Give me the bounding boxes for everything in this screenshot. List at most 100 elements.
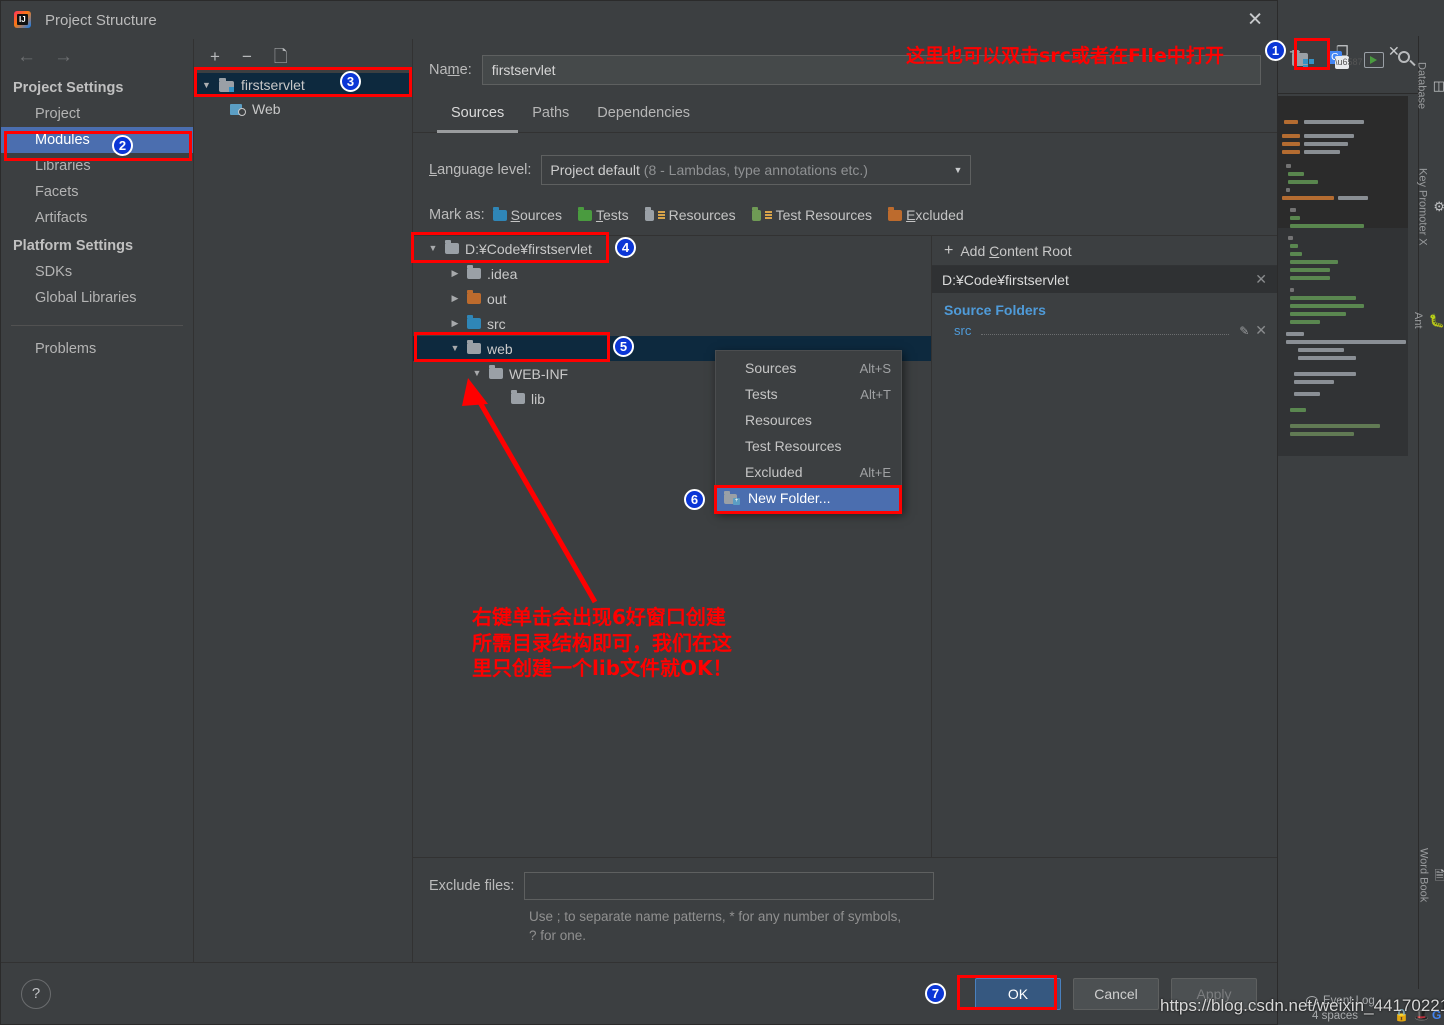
exclude-files-label: Exclude files: [429,877,515,894]
chevron-right-icon[interactable]: ▶ [449,269,461,278]
context-menu-item-excluded[interactable]: Excluded Alt+E [716,459,901,485]
context-item-label: Tests [745,386,778,402]
mark-as-test-resources-button[interactable]: Test Resources [751,206,873,223]
remove-content-root-icon[interactable]: ✕ [1255,271,1267,288]
rail-item-ant[interactable]: 🐛 Ant [1412,308,1444,329]
mark-as-test-resources-label: Test Resources [775,207,873,223]
content-root-row[interactable]: D:¥Code¥firstservlet ✕ [932,266,1277,293]
run-icon[interactable] [1364,52,1384,68]
project-structure-icon[interactable] [1292,50,1314,70]
annotation-note-bottom-line-3: 里只创建一个lib文件就OK！ [472,656,733,681]
context-menu-item-test-resources[interactable]: Test Resources [716,433,901,459]
language-level-hint: (8 - Lambdas, type annotations etc.) [643,162,868,178]
tree-label: D:¥Code¥firstservlet [465,240,592,257]
context-item-label: Resources [745,412,812,428]
chevron-right-icon[interactable]: ▶ [449,319,461,328]
context-menu-item-new-folder[interactable]: + New Folder... [716,485,901,511]
context-menu-item-tests[interactable]: Tests Alt+T [716,381,901,407]
copy-module-icon[interactable]: 🗋 [274,48,288,65]
exclude-files-hint: Use ; to separate name patterns, * for a… [529,907,1261,946]
tree-row-src[interactable]: ▶ src [413,311,931,336]
dialog-title-bar: IJ Project Structure ✕ [1,1,1277,39]
database-icon: ◫ [1432,78,1444,94]
context-menu-item-resources[interactable]: Resources [716,407,901,433]
tab-dependencies[interactable]: Dependencies [583,101,704,133]
tab-paths[interactable]: Paths [518,101,583,133]
forward-icon[interactable]: → [54,47,73,66]
sidebar-item-sdks[interactable]: SDKs [1,259,193,285]
leader-dots [981,326,1230,335]
folder-icon [467,315,481,329]
mark-as-sources-button[interactable]: Sources [492,206,562,223]
help-button[interactable]: ? [21,978,51,1009]
annotation-badge-5: 5 [613,336,634,357]
sidebar-item-facets[interactable]: Facets [1,179,193,205]
web-facet-icon [230,103,246,116]
test-resources-lines-icon [764,210,772,220]
folder-icon [467,340,481,354]
sources-folder-icon [492,206,507,221]
edit-icon[interactable]: ✎ [1239,324,1249,338]
mark-as-sources-label: ources [519,207,562,223]
source-folder-row[interactable]: src ✎ ✕ [932,320,1277,341]
rail-item-key-promoter-x[interactable]: ⚙ Key Promoter X [1416,164,1444,246]
sidebar-item-problems[interactable]: Problems [1,336,193,362]
sidebar-item-modules[interactable]: Modules [1,127,193,153]
mark-as-excluded-button[interactable]: Excluded [888,206,964,223]
tests-folder-icon [577,206,592,221]
add-module-button[interactable]: + [210,48,220,65]
chevron-right-icon[interactable]: ▶ [449,294,461,303]
search-icon[interactable] [1398,51,1416,69]
rail-label-key-promoter-x: Key Promoter X [1416,168,1429,246]
context-item-label: New Folder... [748,490,831,506]
rail-item-word-book[interactable]: 🗎 Word Book [1418,844,1444,902]
rail-label-database: Database [1415,62,1428,110]
mark-as-tests-button[interactable]: Tests [577,206,629,223]
project-structure-dialog: IJ Project Structure ✕ ← → Project Setti… [0,0,1278,1025]
module-item-web[interactable]: Web [194,97,412,121]
tree-row-content-root[interactable]: ▼ D:¥Code¥firstservlet [413,236,931,261]
chevron-down-icon[interactable]: ▼ [427,244,439,253]
ok-button[interactable]: OK [975,977,1061,1010]
annotation-badge-1: 1 [1265,40,1286,61]
back-icon[interactable]: ← [17,47,36,66]
chevron-down-icon[interactable]: ▼ [471,369,483,378]
tab-sources[interactable]: Sources [437,101,519,133]
sidebar-item-global-libraries[interactable]: Global Libraries [1,285,193,311]
folder-icon [467,290,481,304]
module-item-firstservlet[interactable]: ▼ firstservlet [194,73,412,97]
modules-panel: + − 🗋 ▼ firstservlet Web [194,39,413,962]
sidebar-item-libraries[interactable]: Libraries [1,153,193,179]
chevron-down-icon[interactable]: ▼ [449,344,461,353]
key-promoter-icon: ⚙ [1433,199,1444,215]
annotation-badge-6: 6 [684,489,705,510]
tree-row-out[interactable]: ▶ out [413,286,931,311]
context-item-shortcut: Alt+T [860,386,891,402]
sidebar-item-project[interactable]: Project [1,101,193,127]
close-icon[interactable]: ✕ [1247,11,1263,30]
chevron-down-icon[interactable]: ▼ [202,80,213,90]
annotation-note-bottom-line-1: 右键单击会出现6好窗口创建 [472,605,726,629]
tree-label: src [487,315,506,332]
exclude-files-input[interactable] [524,871,935,900]
language-level-select[interactable]: Project default (8 - Lambdas, type annot… [541,155,972,185]
language-level-label: Language level: [429,162,532,178]
context-menu-item-sources[interactable]: Sources Alt+S [716,355,901,381]
tree-row-idea[interactable]: ▶ .idea [413,261,931,286]
nav-history-controls: ← → [1,39,193,73]
mark-as-resources-button[interactable]: Resources [644,206,736,223]
rail-label-ant: Ant [1411,312,1424,329]
cancel-button[interactable]: Cancel [1073,977,1159,1010]
chevron-down-icon[interactable]: ▼ [953,165,962,175]
ant-icon: 🐛 [1428,312,1444,328]
add-content-root-button[interactable]: + Add Content Root [932,236,1277,266]
new-folder-icon: + [724,490,740,505]
google-translate-icon[interactable]: G \u6587 [1328,50,1363,70]
remove-module-button[interactable]: − [242,48,252,65]
rail-item-database[interactable]: ◫ Database [1415,58,1444,110]
module-label: Web [252,101,281,117]
content-root-path: D:¥Code¥firstservlet [942,271,1069,288]
sidebar-item-artifacts[interactable]: Artifacts [1,205,193,231]
content-roots-panel: + Add Content Root D:¥Code¥firstservlet … [931,236,1277,857]
remove-source-folder-icon[interactable]: ✕ [1255,322,1267,339]
